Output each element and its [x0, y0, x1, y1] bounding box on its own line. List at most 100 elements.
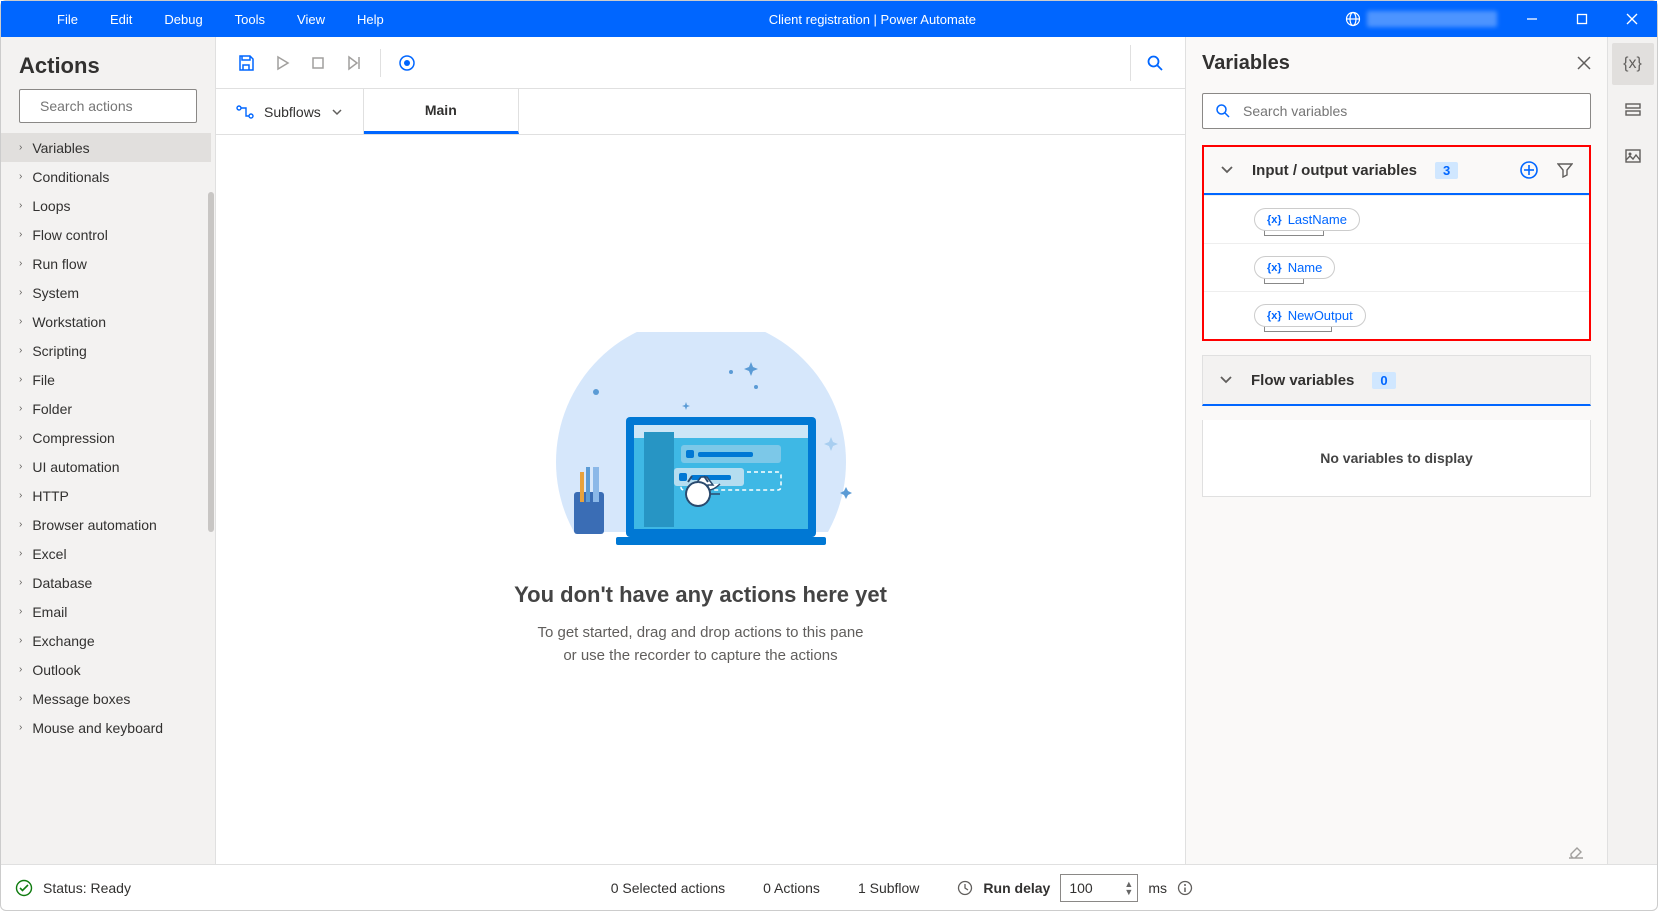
action-category-workstation[interactable]: ›Workstation — [1, 307, 211, 336]
io-variables-section: Input / output variables 3 {x} LastName {… — [1202, 145, 1591, 341]
environment-indicator[interactable] — [1345, 11, 1507, 27]
action-label: Workstation — [32, 314, 106, 330]
right-rail: {x} — [1607, 37, 1657, 864]
flow-variables-empty: No variables to display — [1202, 420, 1591, 497]
action-category-file[interactable]: ›File — [1, 365, 211, 394]
step-button[interactable] — [336, 45, 372, 81]
maximize-button[interactable] — [1557, 1, 1607, 37]
chevron-right-icon: › — [19, 606, 22, 617]
menu-file[interactable]: File — [41, 4, 94, 35]
action-category-folder[interactable]: ›Folder — [1, 394, 211, 423]
variable-row-newoutput[interactable]: {x}NewOutput — [1204, 291, 1589, 339]
action-category-compression[interactable]: › Compression — [1, 423, 211, 452]
menu-view[interactable]: View — [281, 4, 341, 35]
variable-icon: {x} — [1267, 214, 1282, 226]
variable-row-name[interactable]: {x}Name — [1204, 243, 1589, 291]
action-category-browser-automation[interactable]: ›Browser automation — [1, 510, 211, 539]
eraser-button[interactable] — [1567, 842, 1585, 860]
subflows-dropdown[interactable]: Subflows — [216, 89, 364, 134]
variables-search-input[interactable] — [1243, 103, 1578, 119]
separator — [380, 49, 381, 77]
save-button[interactable] — [228, 45, 264, 81]
chevron-right-icon: › — [19, 722, 22, 733]
variables-search[interactable] — [1202, 93, 1591, 129]
action-category-http[interactable]: ›HTTP — [1, 481, 211, 510]
add-variable-button[interactable] — [1519, 160, 1539, 180]
rail-ui-elements-button[interactable] — [1612, 89, 1654, 131]
chevron-right-icon: › — [19, 403, 22, 414]
stop-button[interactable] — [300, 45, 336, 81]
toolbar — [216, 37, 1185, 89]
variable-chip[interactable]: {x} LastName — [1254, 208, 1360, 231]
empty-heading: You don't have any actions here yet — [514, 582, 887, 608]
action-category-mouse-keyboard[interactable]: › Mouse and keyboard — [1, 713, 211, 742]
chevron-right-icon: › — [19, 287, 22, 298]
action-category-ui-automation[interactable]: ›UI automation — [1, 452, 211, 481]
actions-count: 0 Actions — [763, 880, 820, 896]
actions-search[interactable] — [19, 89, 197, 123]
variable-name: NewOutput — [1288, 308, 1353, 323]
minimize-button[interactable] — [1507, 1, 1557, 37]
run-delay-label: Run delay — [983, 880, 1050, 896]
subflows-count: 1 Subflow — [858, 880, 919, 896]
action-category-message-boxes[interactable]: ›Message boxes — [1, 684, 211, 713]
canvas-empty-state[interactable]: You don't have any actions here yet To g… — [216, 135, 1185, 864]
chevron-right-icon: › — [19, 432, 22, 443]
action-label: Run flow — [32, 256, 86, 272]
action-category-loops[interactable]: ›Loops — [1, 191, 211, 220]
chevron-down-icon — [1219, 373, 1233, 387]
action-label: UI automation — [32, 459, 119, 475]
action-category-run-flow[interactable]: ›Run flow — [1, 249, 211, 278]
io-variables-header[interactable]: Input / output variables 3 — [1204, 147, 1589, 195]
flow-variables-header[interactable]: Flow variables 0 — [1203, 356, 1590, 404]
chevron-down-icon — [1220, 163, 1234, 177]
search-canvas-button[interactable] — [1137, 45, 1173, 81]
filter-button[interactable] — [1557, 162, 1573, 178]
rail-images-button[interactable] — [1612, 135, 1654, 177]
menu-help[interactable]: Help — [341, 4, 400, 35]
actions-scrollbar[interactable] — [208, 192, 214, 532]
actions-list[interactable]: ›Variables ›Conditionals ›Loops ›Flow co… — [1, 133, 215, 864]
spinner-buttons[interactable]: ▲▼ — [1124, 880, 1133, 896]
variable-row-lastname[interactable]: {x} LastName — [1204, 195, 1589, 243]
action-category-system[interactable]: › System — [1, 278, 211, 307]
flow-variables-count: 0 — [1372, 372, 1395, 389]
action-category-flow-control[interactable]: ›Flow control — [1, 220, 211, 249]
action-category-email[interactable]: › Email — [1, 597, 211, 626]
close-variables-button[interactable] — [1577, 56, 1591, 70]
recorder-button[interactable] — [389, 45, 425, 81]
action-label: Compression — [32, 430, 114, 446]
close-button[interactable] — [1607, 1, 1657, 37]
chevron-right-icon: › — [19, 142, 22, 153]
action-label: System — [32, 285, 79, 301]
statusbar: Status: Ready 0 Selected actions 0 Actio… — [1, 864, 1657, 910]
action-label: Scripting — [32, 343, 86, 359]
info-icon[interactable] — [1177, 880, 1193, 896]
tab-main[interactable]: Main — [364, 89, 519, 134]
action-category-excel[interactable]: ›Excel — [1, 539, 211, 568]
action-category-exchange[interactable]: ›Exchange — [1, 626, 211, 655]
action-label: File — [32, 372, 55, 388]
actions-search-input[interactable] — [40, 98, 221, 114]
action-label: Email — [32, 604, 67, 620]
variable-chip[interactable]: {x}NewOutput — [1254, 304, 1366, 327]
action-category-outlook[interactable]: ›Outlook — [1, 655, 211, 684]
rail-variables-button[interactable]: {x} — [1612, 43, 1654, 85]
menu-debug[interactable]: Debug — [148, 4, 218, 35]
variable-name: Name — [1288, 260, 1323, 275]
run-button[interactable] — [264, 45, 300, 81]
menu-edit[interactable]: Edit — [94, 4, 148, 35]
action-category-scripting[interactable]: ›Scripting — [1, 336, 211, 365]
window-title: Client registration | Power Automate — [400, 12, 1345, 27]
menu-tools[interactable]: Tools — [219, 4, 281, 35]
chevron-right-icon: › — [19, 664, 22, 675]
action-category-database[interactable]: ›Database — [1, 568, 211, 597]
chevron-right-icon: › — [19, 171, 22, 182]
action-label: Mouse and keyboard — [32, 720, 163, 736]
action-category-conditionals[interactable]: ›Conditionals — [1, 162, 211, 191]
run-delay-input[interactable]: 100 ▲▼ — [1060, 874, 1138, 902]
search-icon — [1215, 103, 1231, 119]
action-category-variables[interactable]: ›Variables — [1, 133, 211, 162]
variable-name: LastName — [1288, 212, 1347, 227]
variable-chip[interactable]: {x}Name — [1254, 256, 1335, 279]
